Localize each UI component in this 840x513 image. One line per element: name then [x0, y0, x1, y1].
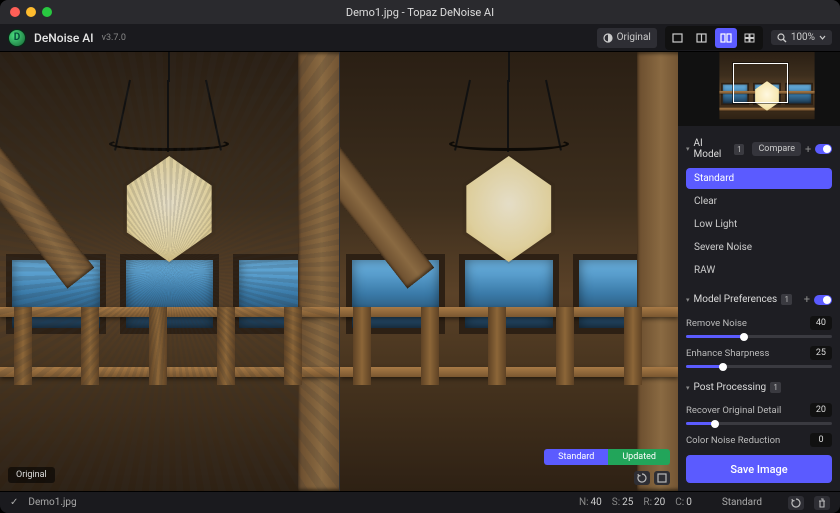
section-model-preferences[interactable]: ▾ Model Preferences 1 +: [686, 287, 832, 312]
model-prefs-toggle[interactable]: [814, 295, 832, 305]
grid-view-icon: [744, 33, 755, 43]
enhance-sharpness-slider: Enhance Sharpness 25: [686, 346, 832, 368]
section-post-processing[interactable]: ▾ Post Processing 1: [686, 376, 832, 399]
remove-noise-slider-label: Remove Noise: [686, 318, 747, 329]
enhance-sharpness-slider-value[interactable]: 25: [810, 346, 832, 360]
close-window-button[interactable]: [10, 7, 20, 17]
app-logo-icon: D: [8, 29, 26, 47]
remove-noise-slider: Remove Noise 40: [686, 316, 832, 338]
delete-icon[interactable]: [814, 496, 830, 510]
app-name-label: DeNoise AI: [34, 31, 94, 45]
recover-original-detail-slider-track[interactable]: [686, 422, 832, 425]
model-option-raw[interactable]: RAW: [686, 260, 832, 281]
view-single-button[interactable]: [667, 28, 689, 48]
model-list: StandardClearLow LightSevere NoiseRAW: [686, 168, 832, 281]
single-view-icon: [672, 33, 683, 43]
processed-image: [340, 52, 679, 491]
image-viewer[interactable]: Original Standard Updated: [0, 52, 678, 491]
color-noise-reduction-slider-label: Color Noise Reduction: [686, 435, 780, 446]
original-image: [0, 52, 339, 491]
viewer-pane-left: Original: [0, 52, 339, 491]
recover-original-detail-slider-thumb[interactable]: [711, 420, 719, 428]
enhance-sharpness-slider-label: Enhance Sharpness: [686, 348, 769, 359]
navigator-panel[interactable]: [678, 52, 840, 126]
post-processing-count: 1: [770, 382, 781, 393]
view-grid-button[interactable]: [739, 28, 761, 48]
traffic-lights: [10, 7, 52, 17]
ai-model-count: 1: [734, 144, 744, 155]
chevron-down-icon: [819, 35, 826, 40]
ai-model-label: AI Model: [694, 138, 731, 160]
model-option-standard[interactable]: Standard: [686, 168, 832, 189]
view-mode-group: [665, 26, 763, 50]
zoom-control[interactable]: 100%: [771, 30, 832, 45]
metric-n: N:40: [579, 497, 602, 508]
viewer-pane-right: Standard Updated: [339, 52, 679, 491]
minimize-window-button[interactable]: [26, 7, 36, 17]
save-area: Save Image: [678, 447, 840, 491]
expand-view-icon[interactable]: [654, 471, 670, 485]
model-option-clear[interactable]: Clear: [686, 191, 832, 212]
titlebar: Demo1.jpg - Topaz DeNoise AI: [0, 0, 840, 24]
settings-scroll: ▾ AI Model 1 Compare + StandardClearLow …: [678, 126, 840, 447]
app-body: Original Standard Updated: [0, 52, 840, 491]
plus-icon[interactable]: +: [804, 293, 810, 306]
sidebyside-view-icon: [720, 33, 732, 43]
remove-noise-slider-value[interactable]: 40: [810, 316, 832, 330]
recover-original-detail-slider: Recover Original Detail 20: [686, 403, 832, 425]
view-split-button[interactable]: [691, 28, 713, 48]
statusbar-filename[interactable]: Demo1.jpg: [28, 497, 76, 508]
statusbar: ✓ Demo1.jpg N:40 S:25 R:20 C:0 Standard: [0, 491, 840, 513]
app-window: Demo1.jpg - Topaz DeNoise AI D DeNoise A…: [0, 0, 840, 513]
revert-icon[interactable]: [788, 496, 804, 510]
original-button-label: Original: [617, 32, 651, 43]
metric-c: C:0: [675, 497, 692, 508]
navigator-viewport-rect[interactable]: [733, 63, 788, 103]
color-noise-reduction-slider: Color Noise Reduction 0: [686, 433, 832, 447]
post-processing-label: Post Processing: [694, 382, 767, 393]
circle-half-icon: [603, 33, 613, 43]
color-noise-reduction-slider-value[interactable]: 0: [810, 433, 832, 447]
chevron-down-icon: ▾: [686, 296, 690, 304]
chevron-down-icon: ▾: [686, 145, 690, 153]
metric-r: R:20: [643, 497, 665, 508]
metric-s: S:25: [612, 497, 634, 508]
compare-badge-right: Updated: [608, 449, 670, 465]
settings-sidebar: ▾ AI Model 1 Compare + StandardClearLow …: [678, 52, 840, 491]
ai-model-toggle[interactable]: [815, 144, 832, 154]
model-prefs-label: Model Preferences: [694, 294, 778, 305]
chevron-down-icon: ▾: [686, 384, 690, 392]
compare-button[interactable]: Compare: [752, 142, 801, 156]
navigator-thumbnail: [699, 58, 819, 120]
model-prefs-count: 1: [781, 294, 792, 305]
compare-badge-left: Standard: [544, 449, 608, 465]
zoom-value: 100%: [791, 32, 815, 43]
app-toolbar: D DeNoise AI v3.7.0 Original 100%: [0, 24, 840, 52]
view-sidebyside-button[interactable]: [715, 28, 737, 48]
pane-action-icons: [634, 471, 670, 485]
save-image-button[interactable]: Save Image: [686, 455, 832, 483]
section-ai-model[interactable]: ▾ AI Model 1 Compare +: [686, 132, 832, 166]
enhance-sharpness-slider-track[interactable]: [686, 365, 832, 368]
split-view-icon: [696, 33, 707, 43]
original-badge: Original: [8, 467, 55, 483]
recover-original-detail-slider-value[interactable]: 20: [810, 403, 832, 417]
magnifier-icon: [777, 33, 787, 43]
statusbar-model: Standard: [722, 497, 762, 508]
compare-badge: Standard Updated: [544, 449, 670, 465]
model-option-low-light[interactable]: Low Light: [686, 214, 832, 235]
view-original-button[interactable]: Original: [597, 28, 657, 48]
plus-icon[interactable]: +: [805, 143, 811, 156]
recover-original-detail-slider-label: Recover Original Detail: [686, 405, 781, 416]
enhance-sharpness-slider-thumb[interactable]: [719, 363, 727, 371]
remove-noise-slider-thumb[interactable]: [740, 333, 748, 341]
maximize-window-button[interactable]: [42, 7, 52, 17]
check-icon: ✓: [10, 497, 18, 508]
remove-noise-slider-track[interactable]: [686, 335, 832, 338]
app-version-label: v3.7.0: [102, 33, 126, 43]
cycle-view-icon[interactable]: [634, 471, 650, 485]
model-option-severe-noise[interactable]: Severe Noise: [686, 237, 832, 258]
window-title: Demo1.jpg - Topaz DeNoise AI: [0, 6, 840, 19]
